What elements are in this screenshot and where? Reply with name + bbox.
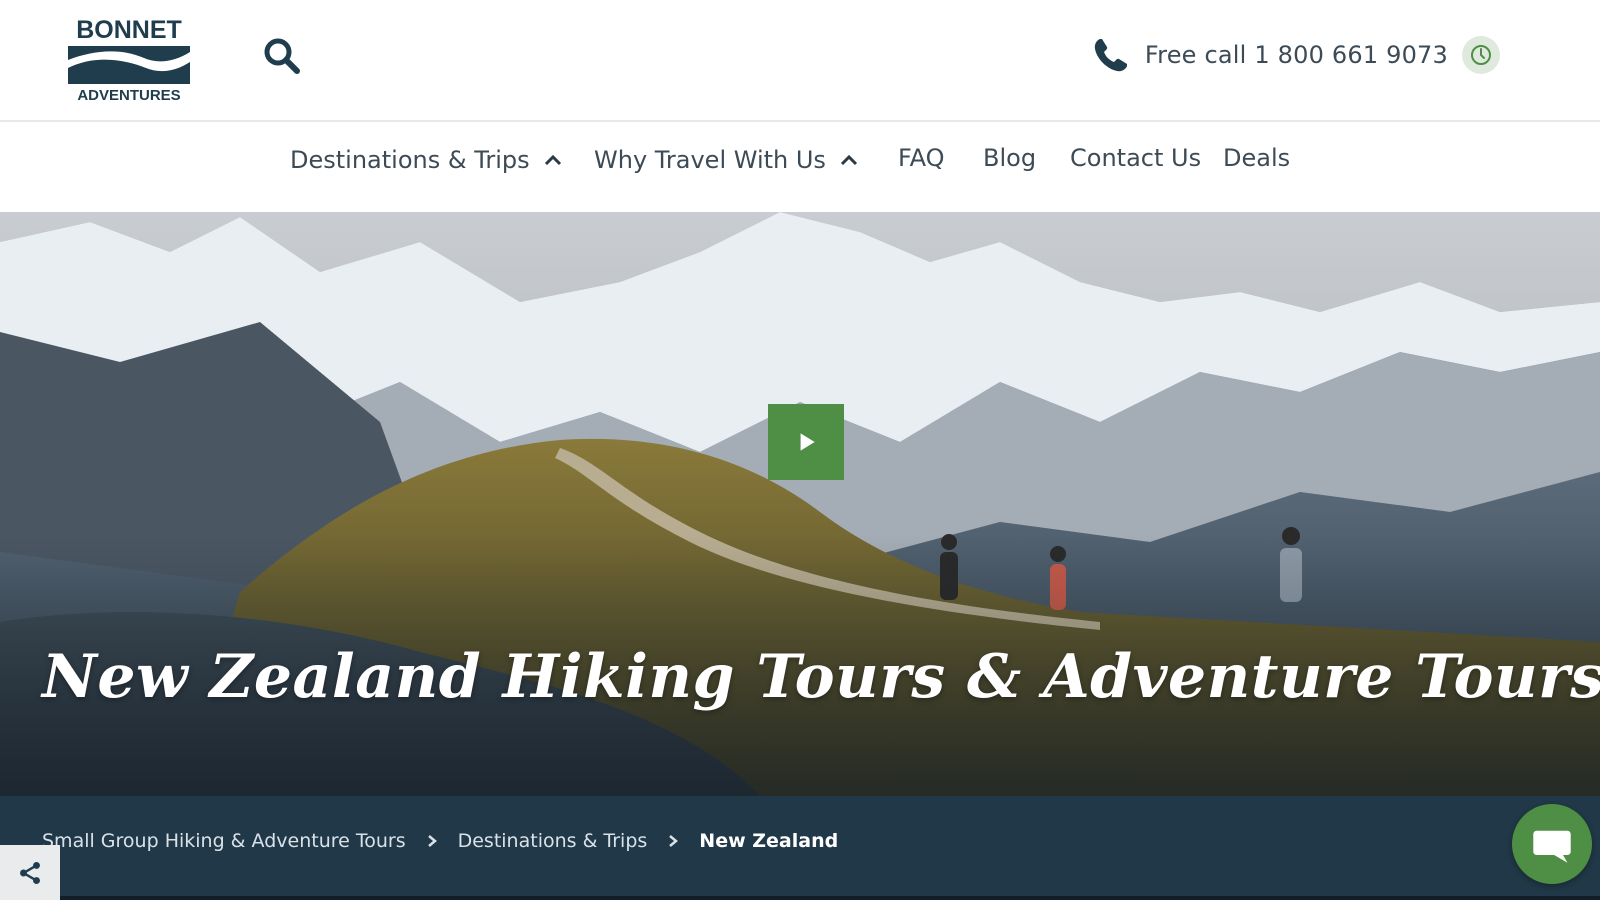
chat-button[interactable]	[1512, 804, 1592, 884]
nav-why-travel[interactable]: Why Travel With Us	[594, 146, 858, 174]
nav-label: Destinations & Trips	[290, 146, 530, 174]
chat-icon	[1533, 830, 1571, 863]
clock-icon[interactable]	[1462, 36, 1500, 74]
site-header: BONNET ADVENTURES Free call 1 800 661 90…	[0, 0, 1600, 122]
nav-destinations-trips[interactable]: Destinations & Trips	[290, 146, 562, 174]
hero-banner: New Zealand Hiking Tours & Adventure Tou…	[0, 212, 1600, 796]
phone-icon	[1091, 35, 1131, 75]
brand-logo[interactable]: BONNET ADVENTURES	[66, 16, 192, 106]
nav-label: FAQ	[898, 144, 945, 172]
nav-label: Why Travel With Us	[594, 146, 826, 174]
chevron-up-icon	[840, 154, 857, 166]
breadcrumb: Small Group Hiking & Adventure Tours Des…	[42, 830, 838, 852]
breadcrumb-current: New Zealand	[699, 830, 839, 852]
nav-label: Deals	[1223, 144, 1291, 172]
main-nav: Destinations & Trips Why Travel With Us …	[0, 122, 1600, 212]
call-text[interactable]: Free call 1 800 661 9073	[1145, 41, 1448, 69]
breadcrumb-home[interactable]: Small Group Hiking & Adventure Tours	[42, 830, 406, 852]
share-icon	[20, 861, 40, 884]
phone-call[interactable]: Free call 1 800 661 9073	[1091, 32, 1500, 78]
svg-text:ADVENTURES: ADVENTURES	[77, 87, 180, 104]
breadcrumb-destinations[interactable]: Destinations & Trips	[458, 830, 648, 852]
nav-blog[interactable]: Blog	[983, 144, 1036, 172]
breadcrumb-bar: Small Group Hiking & Adventure Tours Des…	[0, 796, 1600, 900]
divider	[0, 896, 1600, 900]
nav-contact-us[interactable]: Contact Us	[1070, 144, 1201, 172]
play-video-button[interactable]	[768, 404, 844, 480]
play-icon	[800, 433, 815, 451]
chevron-right-icon	[669, 835, 679, 847]
nav-label: Contact Us	[1070, 144, 1202, 172]
page-title: New Zealand Hiking Tours & Adventure Tou…	[42, 642, 1600, 712]
chevron-up-icon	[544, 154, 561, 166]
svg-text:BONNET: BONNET	[76, 16, 182, 44]
nav-faq[interactable]: FAQ	[898, 144, 945, 172]
search-icon[interactable]	[262, 36, 302, 76]
nav-label: Blog	[983, 144, 1037, 172]
share-button[interactable]	[0, 845, 60, 900]
nav-deals[interactable]: Deals	[1223, 144, 1290, 172]
chevron-right-icon	[427, 835, 437, 847]
